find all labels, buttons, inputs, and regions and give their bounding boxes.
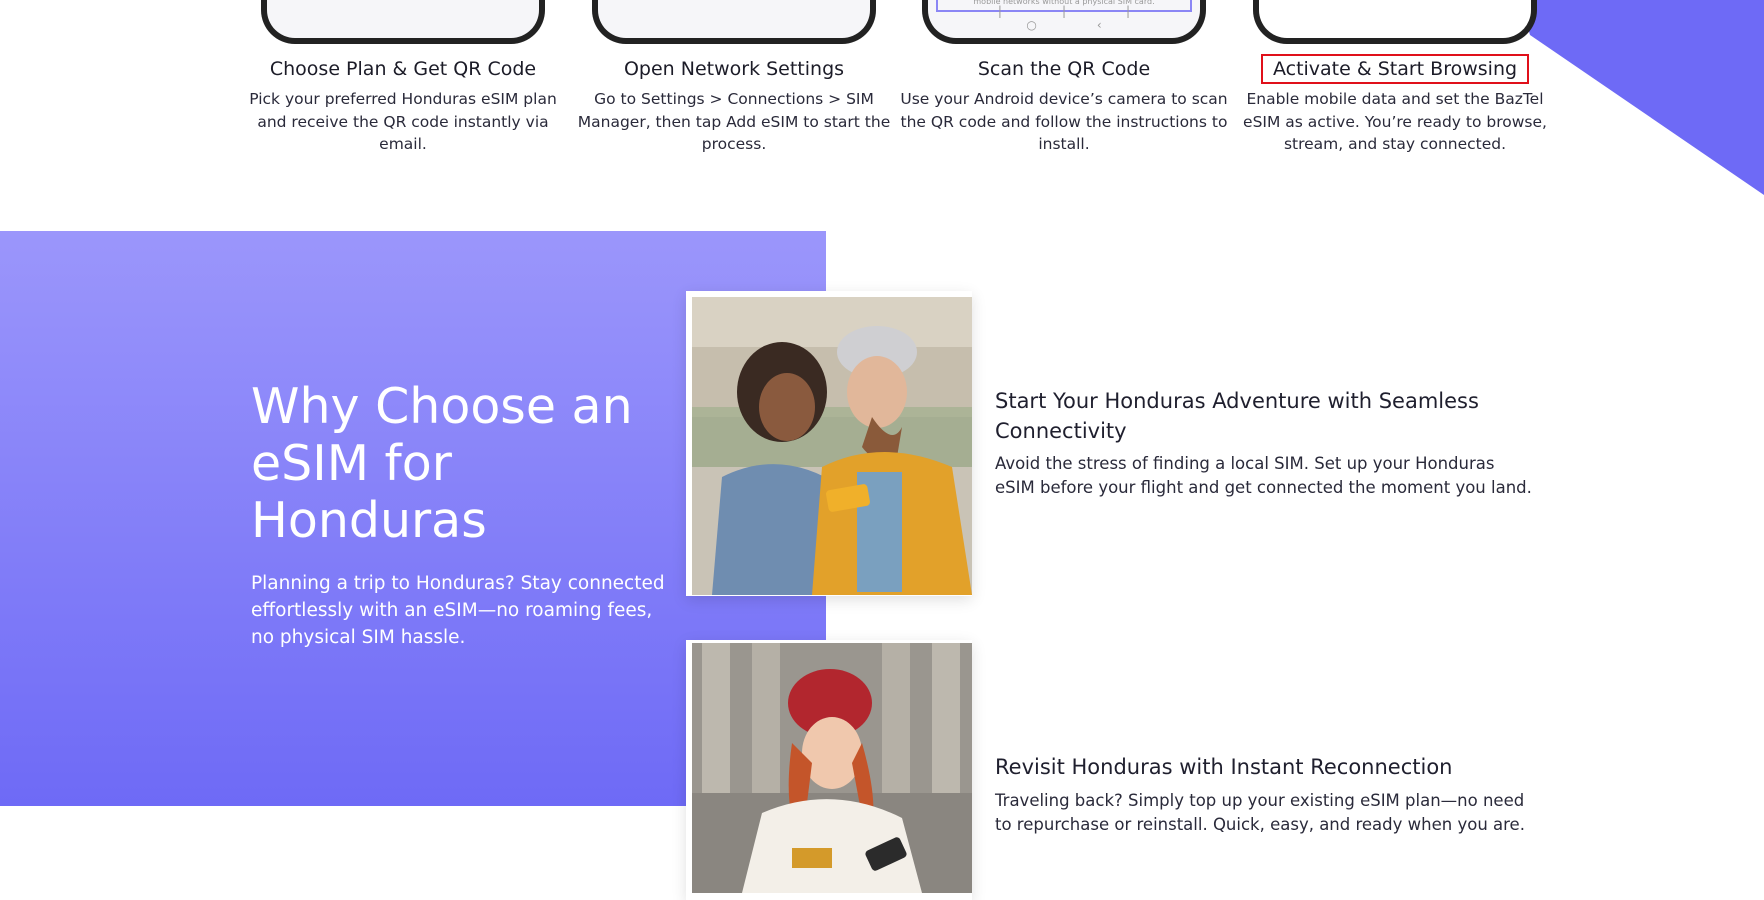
phone-mockup: mobile networks without a physical SIM c… <box>922 0 1206 44</box>
photo-woman-phone <box>686 640 972 900</box>
step-description: Go to Settings > Connections > SIM Manag… <box>577 90 891 153</box>
step-description: Enable mobile data and set the BazTel eS… <box>1243 90 1547 153</box>
phone-mockup <box>592 0 876 44</box>
step-title: Scan the QR Code <box>977 58 1151 80</box>
feature-title: Revisit Honduras with Instant Reconnecti… <box>995 755 1453 779</box>
hero-subtitle: Planning a trip to Honduras? Stay connec… <box>251 573 665 648</box>
phone-nav-icons: |||○‹ <box>997 4 1191 32</box>
step-title: Choose Plan & Get QR Code <box>269 58 537 80</box>
highlighted-title: Activate & Start Browsing <box>1260 54 1530 84</box>
hero-title: Why Choose an eSIM for Honduras <box>251 378 633 549</box>
step-title: Activate & Start Browsing <box>1230 54 1560 84</box>
phone-mockup <box>1253 0 1537 44</box>
step-title: Open Network Settings <box>623 58 845 80</box>
feature-description: Avoid the stress of finding a local SIM.… <box>995 454 1532 497</box>
step-description: Pick your preferred Honduras eSIM plan a… <box>249 90 557 153</box>
feature-description: Traveling back? Simply top up your exist… <box>995 791 1525 834</box>
feature-title: Start Your Honduras Adventure with Seaml… <box>995 389 1479 443</box>
photo-couple-phone <box>686 291 972 596</box>
phone-mockup <box>261 0 545 44</box>
step-description: Use your Android device’s camera to scan… <box>900 90 1228 153</box>
